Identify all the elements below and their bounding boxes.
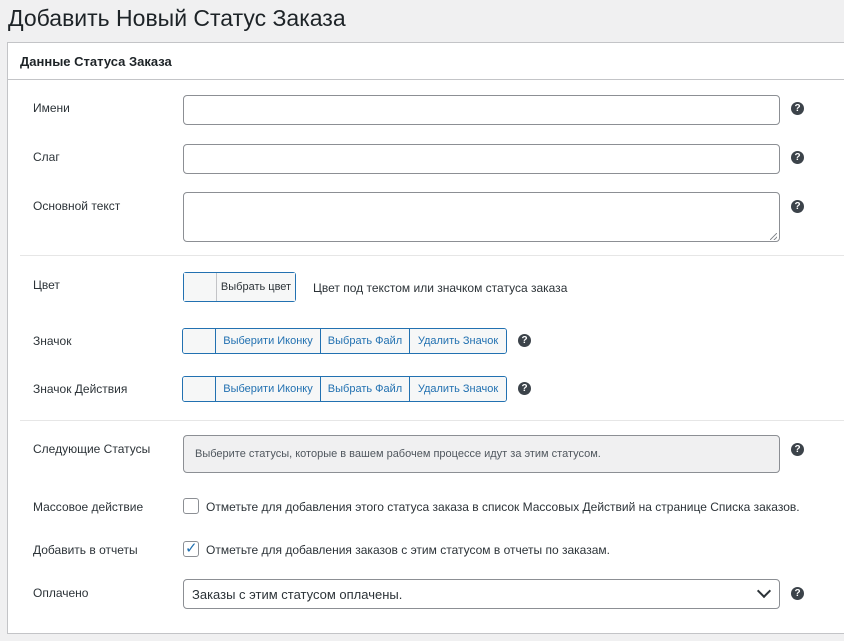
panel-header: Данные Статуса Заказа (8, 43, 844, 80)
name-input[interactable] (183, 95, 780, 125)
question-circle-icon[interactable]: ? (791, 200, 804, 213)
body-text-label: Основной текст (33, 199, 121, 213)
color-picker-button[interactable]: Выбрать цвет (183, 272, 296, 302)
color-label: Цвет (33, 278, 60, 292)
page-title: Добавить Новый Статус Заказа (8, 5, 346, 31)
checkmark-icon: ✓ (185, 540, 198, 557)
name-label: Имени (33, 101, 70, 115)
order-status-panel: Данные Статуса Заказа Имени ? Слаг ? Осн… (7, 42, 844, 634)
choose-icon-button[interactable]: Выберити Иконку (216, 329, 321, 353)
paid-select-value: Заказы с этим статусом оплачены. (192, 587, 403, 602)
icon-label: Значок (33, 334, 72, 348)
choose-action-file-button[interactable]: Выбрать Файл (321, 377, 410, 401)
paid-select[interactable]: Заказы с этим статусом оплачены. (183, 579, 780, 609)
question-circle-icon[interactable]: ? (518, 334, 531, 347)
bulk-action-description: Отметьте для добавления этого статуса за… (206, 500, 800, 514)
bulk-action-checkbox[interactable] (183, 498, 199, 514)
resize-handle-icon[interactable] (770, 233, 777, 240)
panel-title: Данные Статуса Заказа (20, 54, 172, 69)
choose-file-button[interactable]: Выбрать Файл (321, 329, 410, 353)
paid-label: Оплачено (33, 586, 89, 600)
body-text-textarea[interactable] (183, 192, 780, 242)
action-icon-preview (183, 377, 216, 401)
question-circle-icon[interactable]: ? (791, 443, 804, 456)
question-circle-icon[interactable]: ? (791, 151, 804, 164)
remove-icon-button[interactable]: Удалить Значок (410, 329, 506, 353)
divider (20, 255, 844, 256)
icon-preview (183, 329, 216, 353)
bulk-action-label: Массовое действие (33, 500, 144, 514)
color-picker-label[interactable]: Выбрать цвет (217, 273, 295, 301)
color-description: Цвет под текстом или значком статуса зак… (313, 281, 568, 295)
question-circle-icon[interactable]: ? (791, 102, 804, 115)
question-circle-icon[interactable]: ? (791, 587, 804, 600)
add-to-reports-label: Добавить в отчеты (33, 543, 138, 557)
action-icon-button-group: Выберити Иконку Выбрать Файл Удалить Зна… (182, 376, 507, 402)
action-icon-label: Значок Действия (33, 382, 128, 396)
slug-input[interactable] (183, 144, 780, 174)
divider (20, 420, 844, 421)
question-circle-icon[interactable]: ? (518, 382, 531, 395)
add-to-reports-checkbox[interactable]: ✓ (183, 540, 199, 557)
next-statuses-select[interactable]: Выберите статусы, которые в вашем рабоче… (183, 435, 780, 473)
remove-action-icon-button[interactable]: Удалить Значок (410, 377, 506, 401)
choose-action-icon-button[interactable]: Выберити Иконку (216, 377, 321, 401)
next-statuses-label: Следующие Статусы (33, 442, 151, 456)
icon-button-group: Выберити Иконку Выбрать Файл Удалить Зна… (182, 328, 507, 354)
chevron-down-icon (756, 583, 772, 599)
add-to-reports-description: Отметьте для добавления заказов с этим с… (206, 543, 610, 557)
color-swatch[interactable] (184, 273, 217, 301)
slug-label: Слаг (33, 150, 60, 164)
